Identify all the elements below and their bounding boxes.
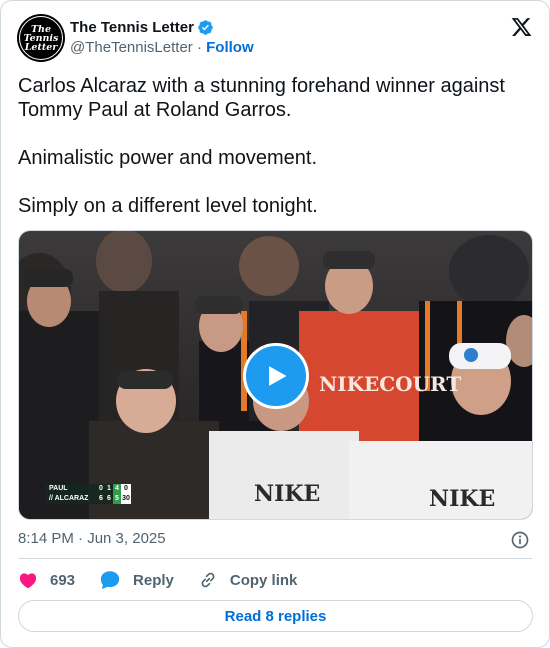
play-icon [269, 366, 287, 386]
score-player: // ALCARAZ [45, 494, 97, 504]
author-display-name-row[interactable]: The Tennis Letter [70, 17, 254, 37]
score-set: 6 [97, 494, 105, 504]
score-point: 30 [121, 494, 131, 504]
x-logo-icon[interactable] [510, 16, 533, 38]
scoreboard-row: PAUL 0 1 4 0 [45, 484, 131, 494]
avatar-line-3: Letter [24, 41, 58, 53]
verified-badge-icon [198, 19, 213, 35]
heart-icon [19, 573, 37, 589]
svg-text:NIKECOURT: NIKECOURT [319, 372, 461, 396]
tweet-actions: 693 Reply Copy link [18, 568, 321, 592]
tweet-card: The Tennis Letter The Tennis Letter @The… [0, 0, 550, 648]
score-set-current: 5 [113, 494, 121, 504]
author-display-name[interactable]: The Tennis Letter [70, 19, 194, 36]
score-set: 1 [105, 484, 113, 494]
read-replies-button[interactable]: Read 8 replies [18, 600, 533, 632]
reply-bubble-icon [100, 571, 120, 589]
copy-link-button[interactable]: Copy link [198, 570, 298, 590]
play-button[interactable] [243, 343, 309, 409]
score-set: 0 [97, 484, 105, 494]
score-player: PAUL [45, 484, 97, 494]
tweet-header: The Tennis Letter The Tennis Letter @The… [17, 14, 533, 62]
avatar-logo: The Tennis Letter [19, 16, 63, 60]
score-point: 0 [121, 484, 131, 494]
info-icon[interactable] [510, 530, 530, 550]
like-button[interactable]: 693 [18, 570, 75, 590]
link-icon [201, 572, 215, 588]
reply-label: Reply [133, 571, 174, 589]
tweet-text: Carlos Alcaraz with a stunning forehand … [18, 75, 505, 217]
scoreboard-row: // ALCARAZ 6 6 5 30 [45, 494, 131, 504]
author-names: The Tennis Letter @TheTennisLetter · Fol… [70, 17, 254, 59]
follow-button[interactable]: Follow [206, 39, 254, 56]
author-handle[interactable]: @TheTennisLetter [70, 39, 193, 56]
scoreboard: PAUL 0 1 4 0 // ALCARAZ 6 6 5 30 [45, 484, 131, 504]
svg-text:NIKE: NIKE [429, 486, 495, 512]
avatar[interactable]: The Tennis Letter [17, 14, 65, 62]
like-count: 693 [50, 571, 76, 589]
copy-link-label: Copy link [229, 571, 298, 589]
tweet-timestamp[interactable]: 8:14 PM · Jun 3, 2025 [18, 530, 166, 547]
author-handle-row: @TheTennisLetter · Follow [70, 39, 254, 59]
handle-separator: · [196, 39, 202, 56]
video-player[interactable]: NIKECOURT NIKE NIKE PAUL 0 1 4 0 // ALCA… [18, 230, 533, 520]
reply-button[interactable]: Reply [99, 569, 174, 591]
svg-text:NIKE: NIKE [254, 481, 320, 507]
score-set: 6 [105, 494, 113, 504]
divider [18, 558, 532, 559]
score-set-current: 4 [113, 484, 121, 494]
